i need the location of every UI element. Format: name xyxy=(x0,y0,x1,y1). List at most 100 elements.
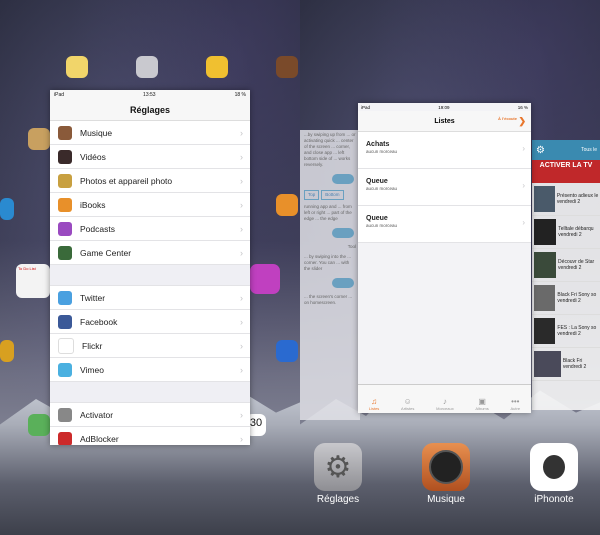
songs-icon: ♪ xyxy=(442,397,447,406)
chevron-right-icon: › xyxy=(522,181,525,190)
game-center-icon xyxy=(58,245,72,260)
gear-icon[interactable]: ⚙ xyxy=(536,145,545,156)
settings-row-ibooks[interactable]: iBooks › xyxy=(50,193,250,217)
carrier-label: iPad xyxy=(54,92,65,98)
news-headline: FES : La Sony so vendredi 2 xyxy=(557,325,597,337)
playlist-row[interactable]: Queue aucun morceau › xyxy=(358,169,531,206)
settings-row-photos-et-appareil-photo[interactable]: Photos et appareil photo › xyxy=(50,169,250,193)
top-button[interactable]: Top xyxy=(304,190,320,200)
tab-artistes[interactable]: ☺ Artistes xyxy=(401,397,414,411)
all-label[interactable]: Tous le xyxy=(581,147,597,153)
tab-label: Albums xyxy=(475,406,489,411)
playlist-list: Achats aucun morceau › Queue aucun morceau › Q… xyxy=(358,132,531,243)
bottom-button[interactable]: Bottom xyxy=(321,190,344,200)
settings-row-activator[interactable]: Activator › xyxy=(50,403,250,427)
settings-row-twitter[interactable]: Twitter › xyxy=(50,286,250,310)
chevron-right-icon: › xyxy=(240,409,243,420)
settings-gear-icon[interactable]: ⚙ xyxy=(314,443,362,491)
tab-listes[interactable]: ♫ Listes xyxy=(369,397,379,411)
podcasts-icon xyxy=(58,221,72,236)
chevron-right-icon: › xyxy=(240,316,243,327)
playlist-row[interactable]: Queue aucun morceau › xyxy=(358,206,531,243)
news-item[interactable]: Black Fri Sony so vendredi 2 xyxy=(532,282,600,315)
todo-app-icon[interactable]: To Do List xyxy=(16,264,50,298)
chevron-right-icon: › xyxy=(240,247,243,258)
settings-row-vidéos[interactable]: Vidéos › xyxy=(50,145,250,169)
ibooks-app-icon[interactable] xyxy=(276,194,298,216)
chevron-right-icon: › xyxy=(240,127,243,138)
news-item[interactable]: Telltale débarqu vendredi 2 xyxy=(532,216,600,249)
chevron-right-icon: › xyxy=(240,340,243,351)
notes-app-icon[interactable] xyxy=(66,56,88,78)
facebook-icon xyxy=(58,314,72,329)
ghost-text-1: ...by swiping up from ... or activating … xyxy=(304,132,356,167)
chevron-right-icon: › xyxy=(240,151,243,162)
nav-bar: Listes À l'écoute ❯ xyxy=(358,111,531,132)
settings-row-podcasts[interactable]: Podcasts › xyxy=(50,217,250,241)
section-gap xyxy=(50,382,250,403)
books-side-icon[interactable] xyxy=(0,340,14,362)
chevron-right-icon: › xyxy=(522,218,525,227)
settings-row-musique[interactable]: Musique › xyxy=(50,121,250,145)
dock-label-settings: Réglages xyxy=(316,494,360,505)
toggle-switch[interactable] xyxy=(332,278,354,288)
news-item[interactable]: FES : La Sony so vendredi 2 xyxy=(532,315,600,348)
settings-row-label: Activator xyxy=(80,409,114,420)
settings-row-facebook[interactable]: Facebook › xyxy=(50,310,250,334)
ghost-text-4: ... the screen's corner ... on homescree… xyxy=(304,294,353,305)
settings-row-game-center[interactable]: Game Center › xyxy=(50,241,250,265)
dock-label-music: Musique xyxy=(427,494,465,505)
settings-row-adblocker[interactable]: AdBlocker › xyxy=(50,427,250,445)
music-app-card[interactable]: iPad 19:09 16 % Listes À l'écoute ❯ Acha… xyxy=(358,103,531,413)
camera-app-icon[interactable] xyxy=(136,56,158,78)
settings-row-label: Photos et appareil photo xyxy=(80,175,173,186)
iphonote-icon[interactable] xyxy=(530,443,578,491)
settings-row-label: Vidéos xyxy=(80,151,106,162)
maps-app-icon[interactable] xyxy=(28,414,50,436)
tab-albums[interactable]: ▣ Albums xyxy=(475,397,488,411)
previous-app-card[interactable]: ...by swiping up from ... or activating … xyxy=(300,130,360,420)
clock-app-icon[interactable] xyxy=(0,198,14,220)
itunes-app-icon[interactable] xyxy=(250,264,280,294)
time-label: 19:09 xyxy=(438,104,450,110)
next-app-card[interactable]: ⚙ Tous le ACTIVER LA TV Présento adieux … xyxy=(532,140,600,410)
settings-row-label: Facebook xyxy=(80,316,118,327)
settings-row-label: iBooks xyxy=(80,199,106,210)
bookshelf-app-icon[interactable] xyxy=(276,56,298,78)
news-headline: Présento adieux le vendredi 2 xyxy=(556,193,599,205)
contacts-app-icon[interactable] xyxy=(28,128,50,150)
video-icon xyxy=(58,149,72,164)
app-switcher-left: To Do List 30 iPad 13:53 18 % Réglages M… xyxy=(0,0,300,535)
now-playing-label[interactable]: À l'écoute xyxy=(498,116,517,121)
tab-label: Listes xyxy=(368,406,380,411)
ghost-text-2: running app and ... from left or right .… xyxy=(304,204,352,221)
chevron-right-icon[interactable]: ❯ xyxy=(518,116,526,127)
photos-icon xyxy=(58,173,72,188)
settings-row-flickr[interactable]: Flickr › xyxy=(50,334,250,358)
toggle-switch[interactable] xyxy=(332,174,354,184)
vimeo-icon xyxy=(58,362,72,377)
activate-tv-banner[interactable]: ACTIVER LA TV xyxy=(532,160,600,183)
settings-row-vimeo[interactable]: Vimeo › xyxy=(50,358,250,382)
tab-autre[interactable]: ••• Autre xyxy=(511,397,521,411)
toggle-switch[interactable] xyxy=(332,228,354,238)
news-thumbnail xyxy=(534,219,557,245)
tab-morceaux[interactable]: ♪ Morceaux xyxy=(436,397,454,411)
news-headline: Découvr de Star vendredi 2 xyxy=(558,259,595,271)
music-turntable-icon[interactable] xyxy=(422,443,470,491)
news-item[interactable]: Découvr de Star vendredi 2 xyxy=(532,249,600,282)
news-item[interactable]: Black Fri vendredi 2 xyxy=(532,348,600,381)
tab-label: Autre xyxy=(510,406,521,411)
news-item[interactable]: Présento adieux le vendredi 2 xyxy=(532,183,600,216)
settings-app-card[interactable]: iPad 13:53 18 % Réglages Musique › Vidéos ›… xyxy=(50,90,250,445)
news-headline: Black Fri vendredi 2 xyxy=(562,358,587,370)
pen-app-icon[interactable] xyxy=(206,56,228,78)
stocks-app-icon[interactable] xyxy=(276,340,298,362)
time-label: 13:53 xyxy=(143,92,156,98)
settings-row-label: Game Center xyxy=(80,247,132,258)
tool-label: Tool xyxy=(347,244,356,249)
news-thumbnail xyxy=(534,186,555,212)
settings-group-media: Musique › Vidéos › Photos et appareil photo ›… xyxy=(50,121,250,265)
news-list: Présento adieux le vendredi 2 Telltale dé… xyxy=(532,183,600,381)
playlist-row[interactable]: Achats aucun morceau › xyxy=(358,132,531,169)
